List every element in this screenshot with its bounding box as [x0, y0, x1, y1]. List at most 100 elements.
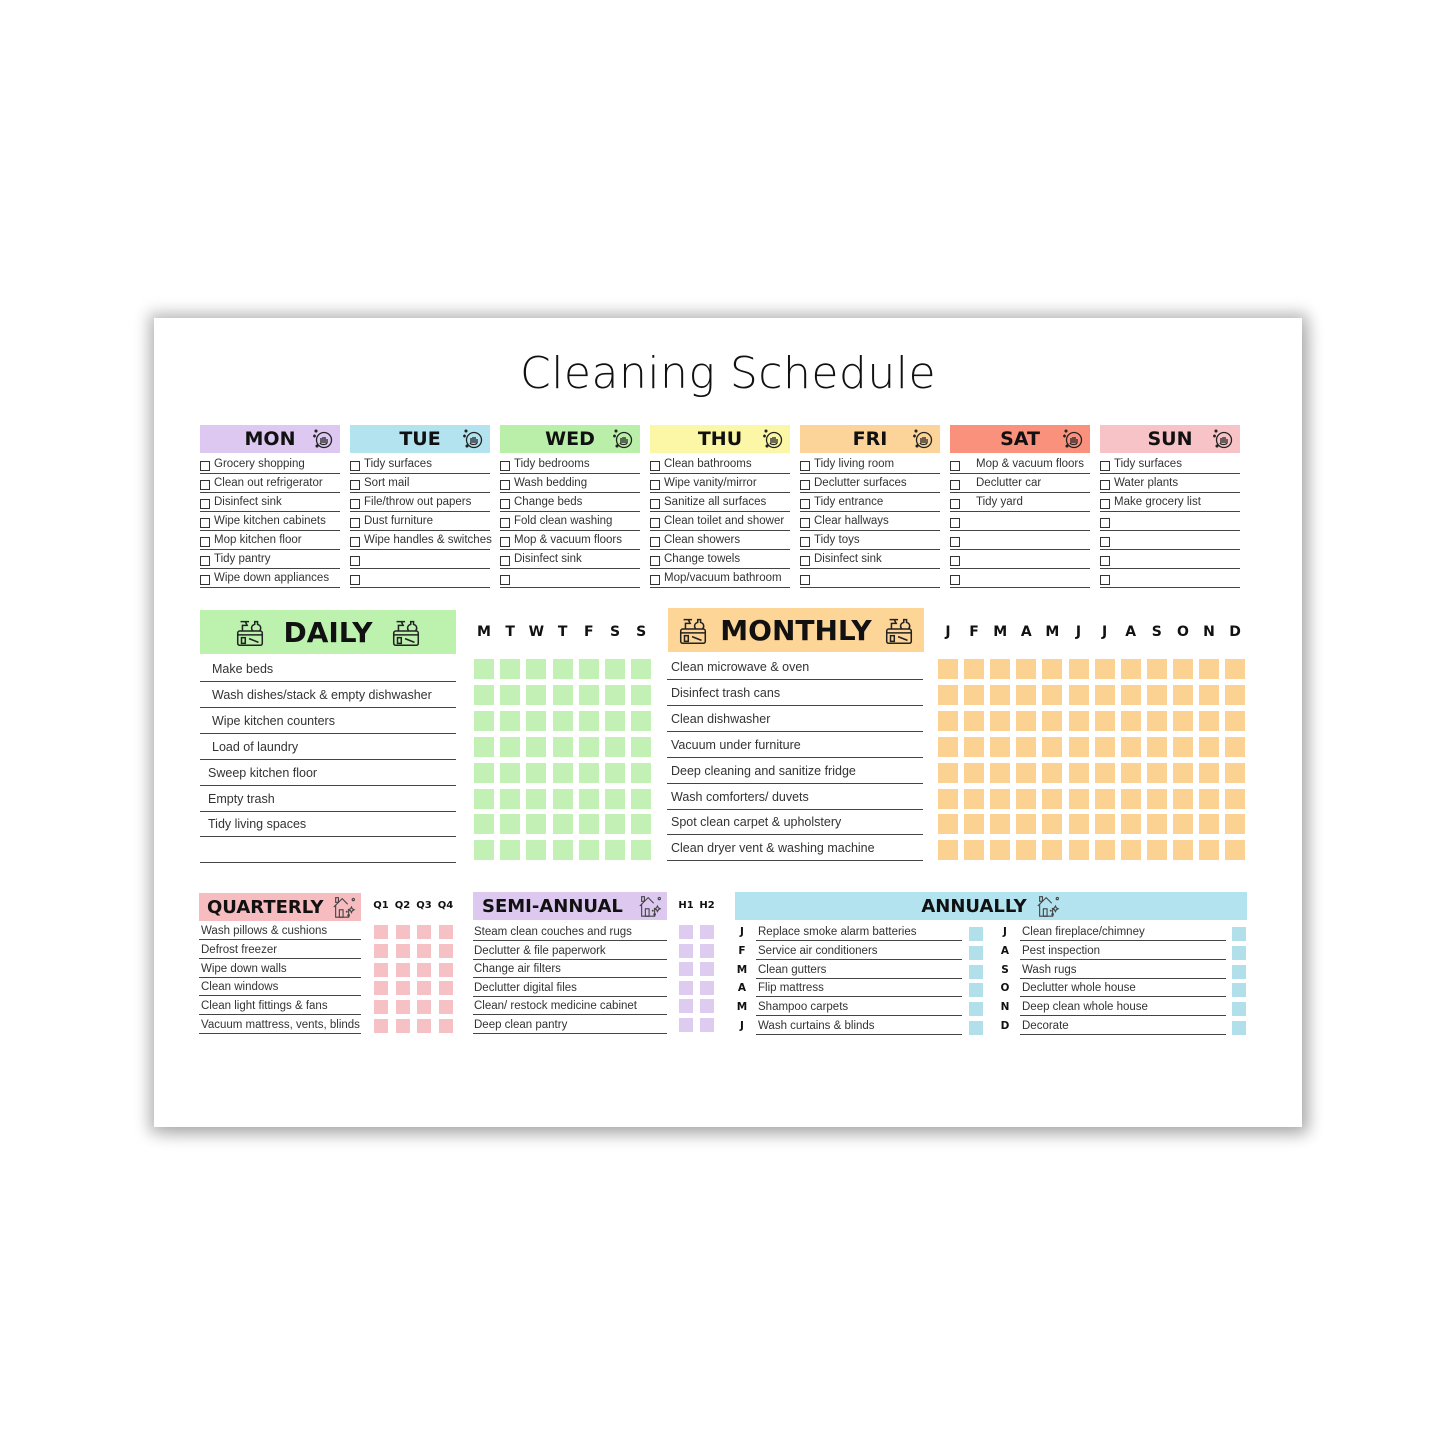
monthly-checkbox[interactable] — [964, 762, 985, 783]
task-checkbox[interactable] — [350, 460, 360, 471]
daily-checkbox[interactable] — [552, 684, 573, 705]
daily-checkbox[interactable] — [474, 762, 494, 783]
daily-checkbox[interactable] — [552, 710, 573, 731]
monthly-checkbox[interactable] — [938, 814, 958, 835]
task-checkbox[interactable] — [950, 498, 960, 509]
monthly-checkbox[interactable] — [1146, 684, 1167, 705]
annual-checkbox[interactable] — [969, 927, 983, 941]
monthly-checkbox[interactable] — [1068, 659, 1089, 679]
task-checkbox[interactable] — [200, 517, 210, 528]
daily-checkbox[interactable] — [578, 710, 599, 731]
semi-annual-checkbox[interactable] — [700, 1017, 714, 1032]
task-checkbox[interactable] — [650, 536, 660, 547]
daily-checkbox[interactable] — [474, 736, 494, 757]
monthly-checkbox[interactable] — [1068, 736, 1089, 757]
task-checkbox[interactable] — [800, 479, 810, 490]
quarterly-checkbox[interactable] — [438, 1000, 453, 1015]
monthly-checkbox[interactable] — [1094, 684, 1115, 705]
monthly-checkbox[interactable] — [1225, 762, 1246, 783]
monthly-checkbox[interactable] — [964, 840, 985, 861]
quarterly-checkbox[interactable] — [374, 925, 388, 939]
monthly-checkbox[interactable] — [1146, 736, 1167, 757]
quarterly-checkbox[interactable] — [438, 1019, 453, 1033]
quarterly-checkbox[interactable] — [417, 1019, 431, 1033]
daily-checkbox[interactable] — [526, 762, 547, 783]
monthly-checkbox[interactable] — [1068, 684, 1089, 705]
monthly-checkbox[interactable] — [938, 762, 958, 783]
daily-checkbox[interactable] — [578, 840, 599, 861]
monthly-checkbox[interactable] — [1146, 659, 1167, 679]
daily-checkbox[interactable] — [474, 814, 494, 835]
quarterly-checkbox[interactable] — [417, 943, 431, 958]
monthly-checkbox[interactable] — [1225, 659, 1246, 679]
quarterly-checkbox[interactable] — [395, 1000, 410, 1015]
annual-checkbox[interactable] — [969, 945, 983, 960]
monthly-checkbox[interactable] — [1094, 814, 1115, 835]
daily-checkbox[interactable] — [526, 788, 547, 809]
task-checkbox[interactable] — [200, 574, 210, 585]
task-checkbox[interactable] — [500, 555, 510, 566]
daily-checkbox[interactable] — [474, 788, 494, 809]
daily-checkbox[interactable] — [526, 814, 547, 835]
monthly-checkbox[interactable] — [1199, 710, 1219, 731]
quarterly-checkbox[interactable] — [417, 981, 431, 996]
daily-checkbox[interactable] — [605, 788, 625, 809]
daily-checkbox[interactable] — [605, 736, 625, 757]
monthly-checkbox[interactable] — [1094, 762, 1115, 783]
monthly-checkbox[interactable] — [1068, 788, 1089, 809]
daily-checkbox[interactable] — [631, 684, 652, 705]
monthly-checkbox[interactable] — [1146, 840, 1167, 861]
daily-checkbox[interactable] — [552, 840, 573, 861]
quarterly-checkbox[interactable] — [395, 962, 410, 977]
monthly-checkbox[interactable] — [1172, 814, 1193, 835]
task-checkbox[interactable] — [200, 555, 210, 566]
annual-checkbox[interactable] — [969, 1002, 983, 1017]
monthly-checkbox[interactable] — [1172, 659, 1193, 679]
monthly-checkbox[interactable] — [1225, 814, 1246, 835]
annual-checkbox[interactable] — [1232, 964, 1246, 979]
monthly-checkbox[interactable] — [964, 788, 985, 809]
task-checkbox[interactable] — [200, 536, 210, 547]
task-checkbox[interactable] — [1100, 479, 1110, 490]
monthly-checkbox[interactable] — [1094, 659, 1115, 679]
task-checkbox[interactable] — [350, 555, 360, 566]
task-checkbox[interactable] — [350, 574, 360, 585]
monthly-checkbox[interactable] — [990, 788, 1011, 809]
task-checkbox[interactable] — [800, 536, 810, 547]
task-checkbox[interactable] — [350, 498, 360, 509]
monthly-checkbox[interactable] — [938, 684, 958, 705]
monthly-checkbox[interactable] — [990, 684, 1011, 705]
monthly-checkbox[interactable] — [964, 814, 985, 835]
task-checkbox[interactable] — [950, 555, 960, 566]
monthly-checkbox[interactable] — [1199, 684, 1219, 705]
monthly-checkbox[interactable] — [1042, 762, 1063, 783]
daily-checkbox[interactable] — [631, 840, 652, 861]
daily-checkbox[interactable] — [631, 736, 652, 757]
monthly-checkbox[interactable] — [1120, 684, 1141, 705]
task-checkbox[interactable] — [800, 517, 810, 528]
semi-annual-checkbox[interactable] — [700, 980, 714, 995]
monthly-checkbox[interactable] — [1120, 762, 1141, 783]
monthly-checkbox[interactable] — [1199, 788, 1219, 809]
task-checkbox[interactable] — [650, 517, 660, 528]
daily-checkbox[interactable] — [578, 659, 599, 679]
task-checkbox[interactable] — [350, 479, 360, 490]
daily-checkbox[interactable] — [631, 710, 652, 731]
task-checkbox[interactable] — [350, 536, 360, 547]
monthly-checkbox[interactable] — [1016, 710, 1037, 731]
task-checkbox[interactable] — [800, 498, 810, 509]
semi-annual-checkbox[interactable] — [679, 962, 693, 976]
task-checkbox[interactable] — [500, 517, 510, 528]
monthly-checkbox[interactable] — [990, 814, 1011, 835]
monthly-checkbox[interactable] — [1120, 736, 1141, 757]
quarterly-checkbox[interactable] — [374, 1000, 388, 1015]
monthly-checkbox[interactable] — [1172, 710, 1193, 731]
monthly-checkbox[interactable] — [1068, 710, 1089, 731]
quarterly-checkbox[interactable] — [395, 1019, 410, 1033]
daily-checkbox[interactable] — [474, 710, 494, 731]
monthly-checkbox[interactable] — [1016, 659, 1037, 679]
task-checkbox[interactable] — [500, 536, 510, 547]
annual-checkbox[interactable] — [969, 1021, 983, 1035]
task-checkbox[interactable] — [1100, 498, 1110, 509]
daily-checkbox[interactable] — [578, 788, 599, 809]
